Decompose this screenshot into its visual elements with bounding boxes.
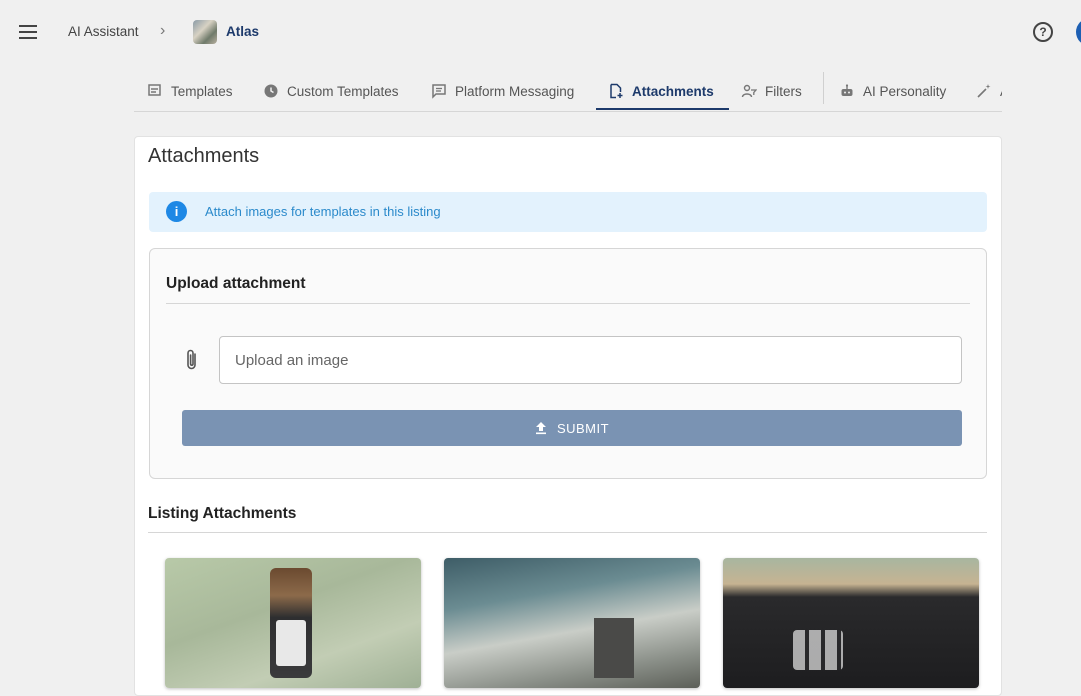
- tab-divider: [823, 72, 824, 104]
- tab-label: A: [1000, 84, 1002, 99]
- robot-icon: [841, 84, 853, 96]
- lockbox-face: [276, 620, 306, 666]
- submit-button[interactable]: SUBMIT: [182, 410, 962, 446]
- attachment-thumbnail[interactable]: [165, 558, 421, 688]
- help-icon[interactable]: ?: [1033, 22, 1053, 42]
- tab-label: Attachments: [632, 83, 714, 99]
- tab-label: Custom Templates: [287, 83, 399, 99]
- tab-overflow[interactable]: A: [976, 70, 1002, 111]
- upload-image-field[interactable]: Upload an image: [219, 336, 962, 384]
- listing-avatar: [193, 20, 217, 44]
- tab-label: Templates: [171, 83, 233, 99]
- tab-attachments[interactable]: Attachments: [608, 70, 714, 111]
- magic-wand-icon: [977, 84, 991, 98]
- chevron-right-icon: ›: [160, 22, 166, 39]
- divider: [148, 532, 987, 533]
- info-icon: i: [166, 201, 187, 222]
- tab-ai-personality[interactable]: AI Personality: [839, 70, 947, 111]
- attachment-thumbnail[interactable]: [444, 558, 700, 688]
- file-attach-icon: [610, 83, 623, 99]
- keypad-image: [793, 630, 843, 670]
- message-icon: [432, 84, 446, 99]
- breadcrumb-root[interactable]: AI Assistant: [68, 24, 139, 39]
- tab-label: Filters: [765, 83, 802, 99]
- utility-box-image: [594, 618, 634, 678]
- breadcrumb-current[interactable]: Atlas: [226, 24, 259, 39]
- upload-placeholder: Upload an image: [235, 351, 349, 369]
- listing-attachments-title: Listing Attachments: [148, 505, 297, 522]
- upload-title: Upload attachment: [166, 275, 306, 292]
- tab-templates[interactable]: Templates: [147, 70, 233, 111]
- submit-label: SUBMIT: [556, 420, 610, 436]
- page-title: Attachments: [148, 145, 260, 167]
- tab-platform-messaging[interactable]: Platform Messaging: [431, 70, 575, 111]
- attachment-thumbnail[interactable]: [723, 558, 979, 688]
- tab-filters[interactable]: Filters: [741, 70, 802, 111]
- active-tab-indicator: [596, 108, 729, 110]
- hamburger-menu-icon[interactable]: [16, 20, 40, 44]
- divider: [166, 303, 970, 304]
- tab-bar: Templates Custom Templates Platform Mess…: [134, 70, 1002, 112]
- paperclip-icon[interactable]: [182, 348, 202, 372]
- clock-icon: [264, 84, 278, 98]
- filter-user-icon: [741, 84, 757, 98]
- info-text: Attach images for templates in this list…: [205, 204, 441, 219]
- user-avatar[interactable]: [1076, 18, 1081, 46]
- upload-icon: [535, 422, 546, 435]
- tab-label: AI Personality: [863, 83, 947, 99]
- tab-custom-templates[interactable]: Custom Templates: [263, 70, 399, 111]
- top-bar: AI Assistant › Atlas ?: [0, 0, 1081, 64]
- templates-icon: [148, 84, 161, 96]
- tab-label: Platform Messaging: [455, 83, 575, 99]
